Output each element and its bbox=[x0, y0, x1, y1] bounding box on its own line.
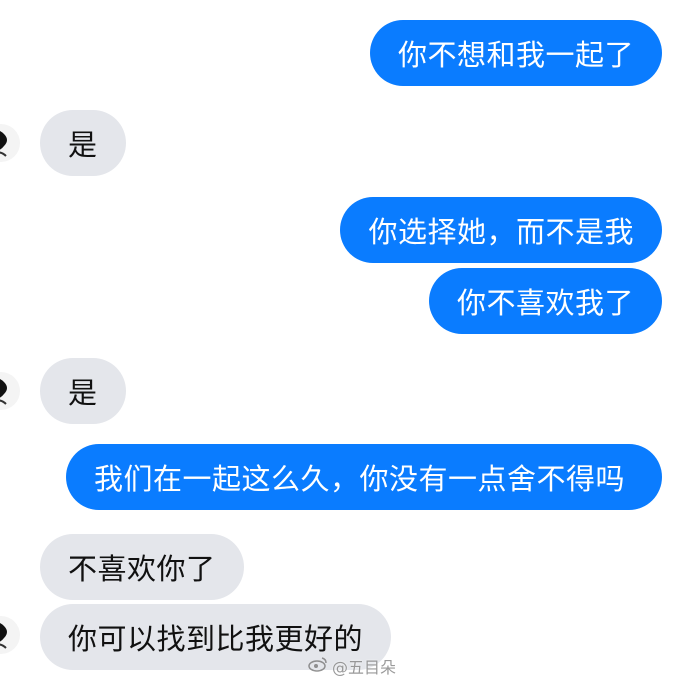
message-bubble-outgoing[interactable]: 你不喜欢我了 bbox=[428, 268, 662, 334]
contact-avatar-icon[interactable] bbox=[0, 616, 20, 654]
contact-avatar-icon[interactable] bbox=[0, 124, 20, 162]
watermark-text: @五目朵 bbox=[331, 658, 396, 677]
watermark: @五目朵 bbox=[308, 654, 396, 678]
message-text: 你选择她，而不是我 bbox=[368, 215, 634, 249]
message-bubble-outgoing[interactable]: 我们在一起这么久，你没有一点舍不得吗 bbox=[66, 444, 662, 510]
message-text: 你可以找到比我更好的 bbox=[68, 622, 364, 656]
message-text: 是 bbox=[68, 376, 98, 410]
message-text: 不喜欢你了 bbox=[68, 552, 216, 586]
message-text: 你不喜欢我了 bbox=[456, 286, 634, 320]
message-bubble-incoming[interactable]: 是 bbox=[40, 110, 126, 176]
message-bubble-incoming[interactable]: 不喜欢你了 bbox=[40, 534, 244, 600]
message-bubble-incoming[interactable]: 是 bbox=[40, 358, 126, 424]
contact-avatar-icon[interactable] bbox=[0, 372, 20, 410]
weibo-logo-icon bbox=[308, 656, 328, 676]
message-text: 我们在一起这么久，你没有一点舍不得吗 bbox=[94, 462, 626, 496]
message-text: 是 bbox=[68, 128, 98, 162]
message-bubble-outgoing[interactable]: 你选择她，而不是我 bbox=[340, 197, 662, 263]
message-bubble-outgoing[interactable]: 你不想和我一起了 bbox=[369, 20, 662, 86]
message-text: 你不想和我一起了 bbox=[397, 38, 634, 72]
